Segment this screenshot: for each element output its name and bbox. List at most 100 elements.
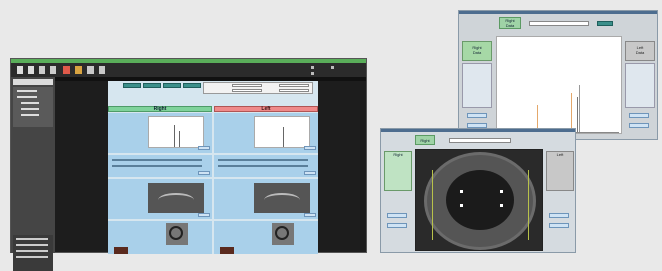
left-keratometry-panel: [214, 155, 318, 177]
ascan-action-button[interactable]: [597, 21, 613, 26]
right-axial-panel: [108, 113, 212, 153]
eye-right-panel-label: Right: [393, 152, 403, 157]
ascan-right-card: Left Data: [625, 41, 655, 61]
eye-right-panel: Right: [384, 151, 412, 191]
right-acd-image[interactable]: [148, 183, 204, 213]
ascan-left-values: [462, 63, 492, 108]
exam-list[interactable]: [13, 235, 53, 271]
left-acd-button[interactable]: [304, 213, 316, 217]
ascan-peak: [577, 97, 578, 133]
main-content: Right Left: [108, 81, 318, 254]
toolbar-compare-icon[interactable]: [63, 66, 70, 74]
eye-window-titlebar[interactable]: [381, 129, 575, 132]
patient-id-field[interactable]: [232, 89, 262, 92]
list-item[interactable]: [17, 96, 37, 98]
reflection-dot: [500, 204, 503, 207]
iris-ring: [169, 226, 183, 240]
measurement-line-left: [432, 170, 433, 240]
ascan-tab-right[interactable]: Right Data: [499, 17, 521, 29]
list-item[interactable]: [21, 114, 39, 116]
right-k-button[interactable]: [198, 171, 210, 175]
view-button[interactable]: [123, 83, 141, 88]
left-k-button[interactable]: [304, 171, 316, 175]
eye-tab-right[interactable]: Right: [415, 135, 435, 145]
ascan-peak: [579, 85, 580, 133]
toolbar-save-icon[interactable]: [28, 66, 34, 74]
reflection-dot: [500, 190, 503, 193]
reflection-dot: [460, 204, 463, 207]
ascan-peak: [283, 127, 284, 147]
list-item[interactable]: [21, 108, 39, 110]
operator-field[interactable]: [279, 89, 309, 92]
eye-left-button-1[interactable]: [387, 213, 407, 218]
screenshot-canvas: { "main_window": { "header_right": ["Rig…: [0, 0, 662, 271]
toolbar-status-indicator: [331, 66, 334, 69]
eye-left-button-2[interactable]: [387, 223, 407, 228]
ascan-window-titlebar[interactable]: [459, 11, 657, 14]
right-ascan-button[interactable]: [198, 146, 210, 150]
left-wtw-panel: [214, 221, 318, 254]
main-toolbar: [11, 63, 366, 77]
ascan-right-card-sub: Data: [635, 50, 645, 55]
main-app-window: Right Left: [10, 58, 367, 271]
ascan-tab-right-sub: Data: [505, 23, 515, 28]
report-button[interactable]: [163, 83, 181, 88]
acd-curve: [264, 193, 300, 207]
patient-info-fields: [203, 82, 313, 94]
left-k-values: [218, 159, 308, 161]
ascan-right-button-2[interactable]: [629, 123, 649, 128]
ascan-left-button-1[interactable]: [467, 113, 487, 118]
ascan-left-card-sub: Data: [472, 50, 482, 55]
toolbar-open-icon[interactable]: [17, 66, 23, 74]
toolbar-images-icon[interactable]: [75, 66, 82, 74]
left-ascan-plot[interactable]: [254, 116, 310, 148]
left-wtw-image[interactable]: [272, 223, 294, 245]
right-k-values: [112, 159, 202, 161]
eye-right-button-1[interactable]: [549, 213, 569, 218]
right-wtw-panel: [108, 221, 212, 254]
toolbar-status-indicator: [311, 72, 314, 75]
eye-right-button-2[interactable]: [549, 223, 569, 228]
toolbar-export-icon[interactable]: [50, 66, 56, 74]
left-k-values: [218, 165, 308, 167]
left-eye-label: Left: [261, 106, 271, 112]
analyze-button[interactable]: [183, 83, 201, 88]
toolbar-status-indicator: [311, 66, 314, 69]
eye-left-panel: Left: [546, 151, 574, 191]
list-item[interactable]: [21, 102, 39, 104]
toolbar-tools-icon[interactable]: [87, 66, 94, 74]
right-wtw-image[interactable]: [166, 223, 188, 245]
ascan-selector[interactable]: [529, 21, 589, 26]
patient-name-field[interactable]: [232, 84, 262, 87]
exam-date-field[interactable]: [279, 84, 309, 87]
list-item[interactable]: [16, 256, 48, 258]
left-eye-header: Left: [214, 106, 318, 112]
list-item[interactable]: [17, 90, 37, 92]
compare-button[interactable]: [143, 83, 161, 88]
acd-curve: [158, 193, 194, 207]
ascan-window: Right Data Right Data Left Data: [458, 10, 658, 140]
patient-list-header: [13, 79, 53, 85]
list-item[interactable]: [16, 244, 48, 246]
ascan-right-button-1[interactable]: [629, 113, 649, 118]
right-ascan-plot[interactable]: [148, 116, 204, 148]
right-acd-button[interactable]: [198, 213, 210, 217]
right-keratometry-panel: [108, 155, 212, 177]
ascan-main-plot[interactable]: [496, 36, 622, 134]
left-acd-image[interactable]: [254, 183, 310, 213]
left-ascan-button[interactable]: [304, 146, 316, 150]
eye-image-view[interactable]: [415, 149, 543, 251]
toolbar-print-icon[interactable]: [39, 66, 45, 74]
eye-selector[interactable]: [449, 138, 511, 143]
ascan-peak: [571, 93, 572, 133]
eye-tab-right-label: Right: [420, 138, 430, 143]
ascan-right-values: [625, 63, 655, 108]
toolbar-settings-icon[interactable]: [99, 66, 105, 74]
right-eye-header: Right: [108, 106, 212, 112]
list-item[interactable]: [16, 250, 48, 252]
pupil-circle: [446, 170, 514, 230]
patient-list[interactable]: [13, 87, 53, 127]
measurement-line-right: [528, 170, 529, 240]
list-item[interactable]: [16, 238, 48, 240]
eye-left-panel-label: Left: [556, 152, 564, 157]
